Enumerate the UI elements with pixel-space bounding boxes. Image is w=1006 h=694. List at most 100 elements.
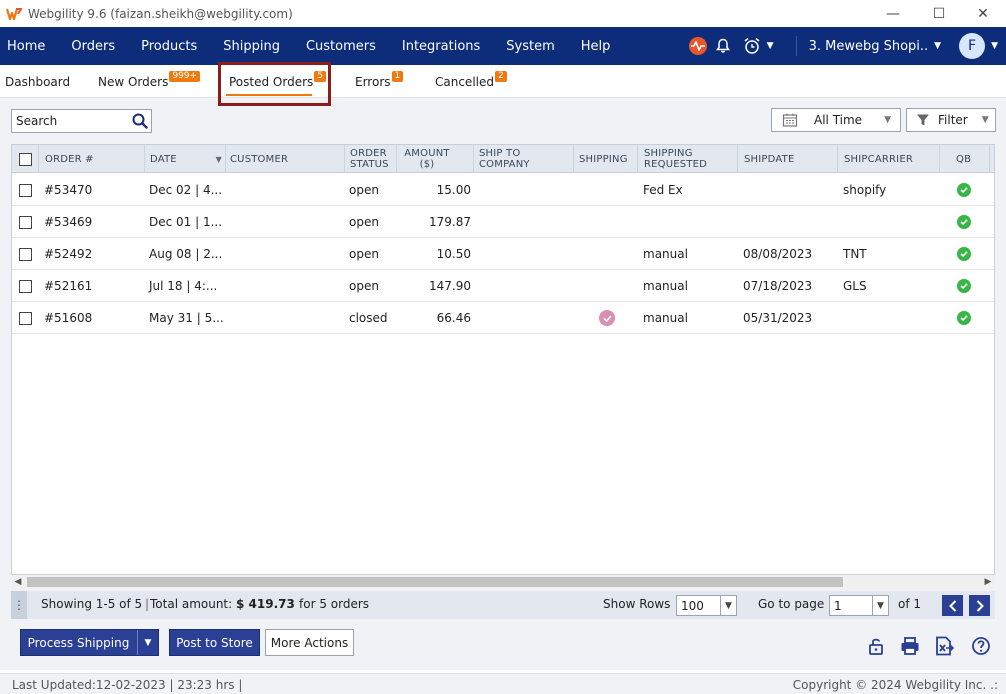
maximize-button[interactable]: ☐ [916, 0, 962, 27]
select-all-checkbox[interactable] [19, 145, 32, 173]
avatar-chevron-down-icon[interactable]: ▼ [991, 41, 998, 51]
tab-label: Cancelled [435, 75, 494, 89]
col-shipdate[interactable]: SHIPDATE [744, 145, 794, 173]
show-rows-label: Show Rows [603, 597, 671, 611]
col-date[interactable]: DATE ▼ [150, 145, 224, 173]
col-customer[interactable]: CUSTOMER [230, 145, 288, 173]
nav-shipping[interactable]: Shipping [210, 39, 293, 54]
ship-carrier: TNT [843, 247, 867, 261]
order-number[interactable]: #53470 [44, 174, 92, 206]
process-shipping-dropdown-icon[interactable]: ▼ [137, 630, 158, 655]
ship-date: 08/08/2023 [743, 247, 813, 261]
order-amount: 15.00 [436, 183, 471, 197]
more-vertical-icon[interactable]: ⋮ [11, 591, 27, 619]
showing-count: Showing 1-5 of 5 [41, 597, 143, 611]
table-row[interactable]: #53469 Dec 01 | 1... open 179.87 [12, 206, 994, 238]
unlock-icon[interactable] [866, 636, 886, 656]
scrollbar-thumb[interactable] [27, 577, 843, 587]
close-button[interactable]: ✕ [960, 0, 1006, 27]
tab-highlight-box [218, 62, 331, 106]
nav-system[interactable]: System [493, 39, 567, 54]
col-shipcarrier[interactable]: SHIPCARRIER [844, 145, 913, 173]
chevron-down-icon: ▼ [934, 41, 942, 51]
nav-integrations[interactable]: Integrations [389, 39, 493, 54]
tab-errors[interactable]: Errors 1 [355, 71, 404, 89]
alarm-dropdown-chevron-icon[interactable]: ▼ [767, 41, 774, 51]
printer-icon[interactable] [900, 636, 920, 656]
row-checkbox[interactable] [19, 206, 32, 238]
date-range-dropdown[interactable]: All Time ▼ [771, 108, 901, 132]
filter-dropdown[interactable]: Filter ▼ [906, 108, 996, 132]
table-row[interactable]: #52492 Aug 08 | 2... open 10.50 manual 0… [12, 238, 994, 270]
search-icon[interactable] [132, 113, 148, 129]
go-to-page-value: 1 [834, 598, 842, 613]
col-shipping-requested[interactable]: SHIPPING REQUESTED [644, 145, 707, 173]
scroll-left-arrow-icon[interactable]: ◀ [11, 575, 25, 589]
col-ship-to-company[interactable]: SHIP TO COMPANY [479, 145, 530, 173]
row-checkbox[interactable] [19, 302, 32, 334]
order-number[interactable]: #51608 [44, 302, 92, 334]
tab-dashboard[interactable]: Dashboard [5, 75, 70, 89]
row-checkbox[interactable] [19, 238, 32, 270]
nav-home[interactable]: Home [0, 39, 58, 54]
row-checkbox[interactable] [19, 270, 32, 302]
col-shipping[interactable]: SHIPPING [579, 145, 628, 173]
filter-funnel-icon [917, 114, 929, 126]
bell-icon[interactable] [715, 38, 731, 54]
show-rows-select[interactable]: 100 ▼ [676, 595, 737, 616]
col-shipping-requested-line2: REQUESTED [644, 159, 708, 170]
store-selector[interactable]: 3. Mewebg Shopi.. ▼ [795, 36, 942, 56]
nav-orders[interactable]: Orders [58, 39, 128, 54]
tab-cancelled[interactable]: Cancelled 2 [435, 71, 507, 89]
col-amount-line1: AMOUNT [404, 148, 450, 159]
filter-label: Filter [938, 113, 968, 127]
tab-label: Dashboard [5, 75, 71, 89]
col-qb[interactable]: QB [956, 145, 971, 173]
order-number[interactable]: #52161 [44, 270, 92, 302]
col-order-status[interactable]: ORDER STATUS [350, 145, 389, 173]
store-selector-label: 3. Mewebg Shopi.. [808, 38, 929, 54]
col-order-number[interactable]: ORDER # [45, 145, 94, 173]
go-to-page-select[interactable]: 1 ▼ [829, 595, 889, 616]
horizontal-scrollbar[interactable]: ◀ ▶ [11, 575, 995, 589]
export-excel-icon[interactable] [934, 636, 954, 656]
col-shipping-requested-line1: SHIPPING [644, 148, 693, 159]
order-tabs: Dashboard New Orders 999+ Posted Orders 5 … [0, 65, 1006, 98]
order-number[interactable]: #52492 [44, 238, 92, 270]
table-row[interactable]: #52161 Jul 18 | 4:... open 147.90 manual… [12, 270, 994, 302]
nav-help[interactable]: Help [568, 39, 624, 54]
order-number[interactable]: #53469 [44, 206, 92, 238]
date-range-label: All Time [814, 113, 863, 127]
scroll-right-arrow-icon[interactable]: ▶ [981, 575, 995, 589]
col-amount[interactable]: AMOUNT ($) [402, 145, 452, 173]
prev-page-button[interactable] [942, 595, 963, 616]
ship-date: 07/18/2023 [743, 279, 813, 293]
col-ship-to-line2: COMPANY [479, 159, 530, 170]
nav-products[interactable]: Products [128, 39, 210, 54]
more-actions-button[interactable]: More Actions [265, 629, 354, 656]
col-ship-to-line1: SHIP TO [479, 148, 521, 159]
process-shipping-button[interactable]: Process Shipping ▼ [20, 629, 159, 656]
nav-customers[interactable]: Customers [293, 39, 389, 54]
search-input[interactable] [12, 110, 127, 132]
total-amount-value: $ 419.73 [236, 597, 295, 611]
order-status: open [349, 215, 379, 229]
order-amount: 10.50 [436, 247, 471, 261]
table-row[interactable]: #51608 May 31 | 5... closed 66.46 manual… [12, 302, 994, 334]
main-nav: Home Orders Products Shipping Customers … [0, 27, 1006, 65]
minimize-button[interactable]: — [870, 0, 916, 27]
go-to-page-label: Go to page [758, 597, 825, 611]
row-checkbox[interactable] [19, 174, 32, 206]
shipping-requested: Fed Ex [643, 183, 683, 197]
app-status-bar: Last Updated:12-02-2023 | 23:23 hrs | Co… [0, 673, 1006, 694]
next-page-button[interactable] [969, 595, 990, 616]
help-icon[interactable] [971, 636, 991, 656]
tab-new-orders[interactable]: New Orders 999+ [98, 71, 201, 89]
alarm-clock-icon[interactable] [743, 37, 761, 55]
table-row[interactable]: #53470 Dec 02 | 4... open 15.00 Fed Ex s… [12, 174, 994, 206]
search-box [11, 109, 152, 133]
user-avatar[interactable]: F [959, 33, 986, 59]
orders-table: ORDER # DATE ▼ CUSTOMER ORDER STATUS AMO… [11, 144, 995, 575]
post-to-store-button[interactable]: Post to Store [169, 629, 260, 656]
activity-pulse-icon[interactable] [688, 37, 707, 55]
